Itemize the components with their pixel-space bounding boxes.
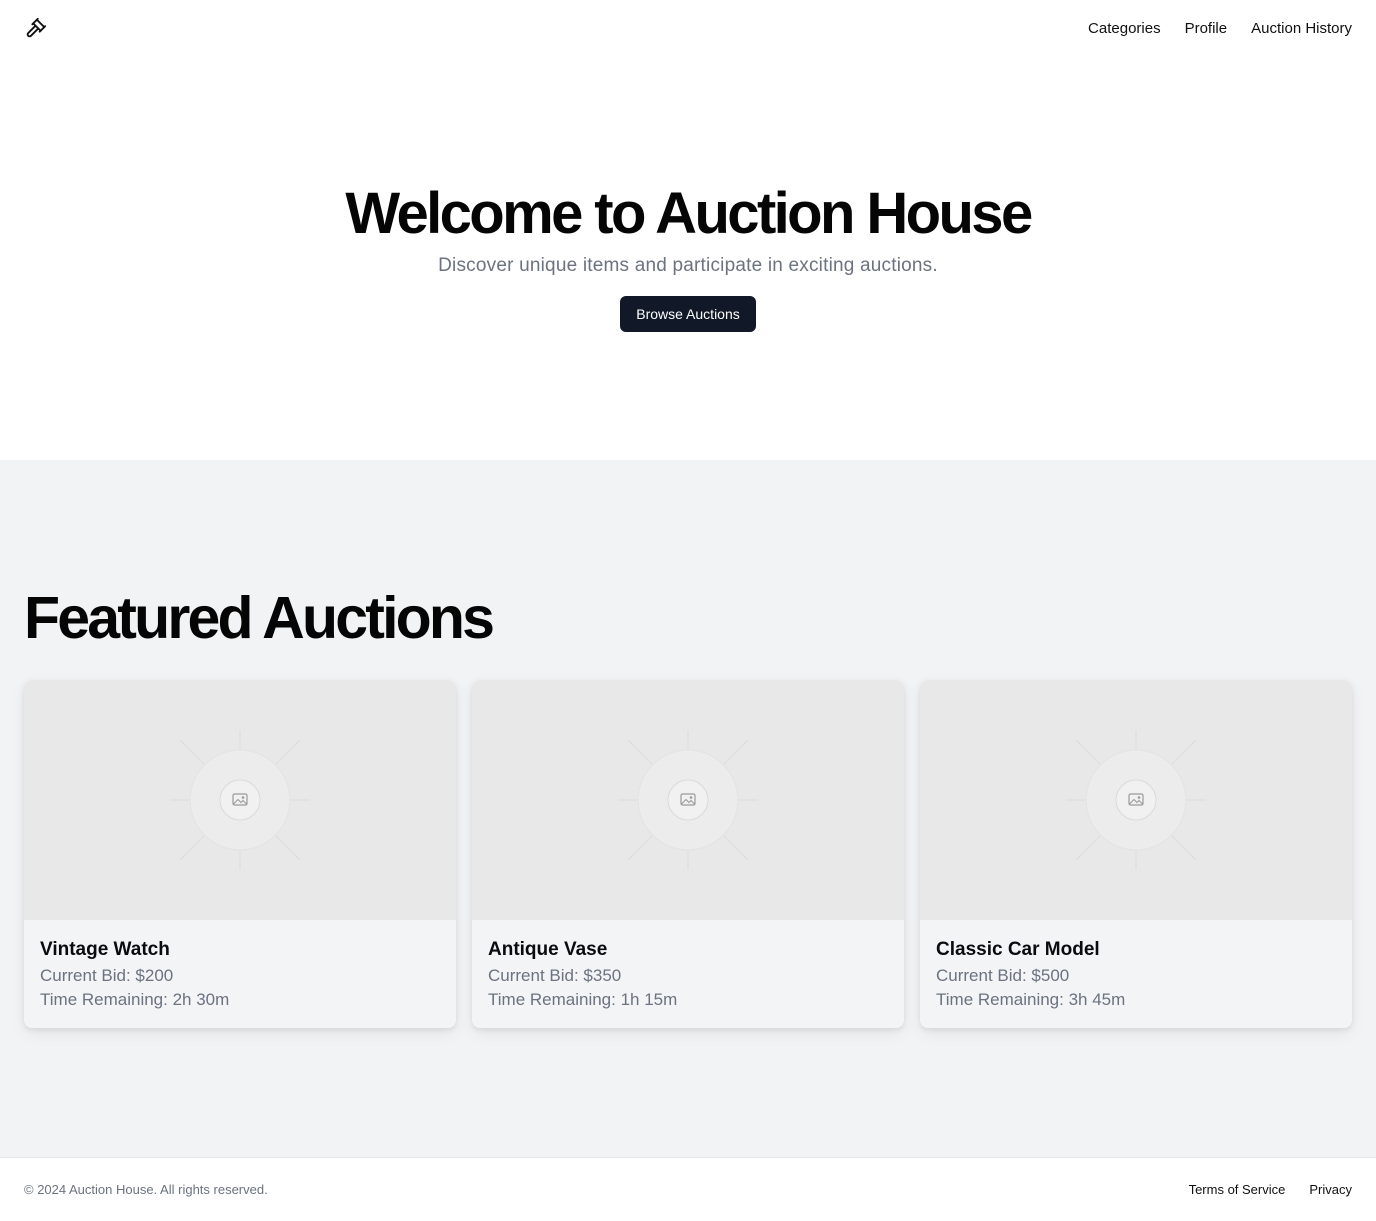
image-placeholder-icon	[24, 680, 456, 920]
auction-card-list: Vintage Watch Current Bid: $200 Time Rem…	[24, 680, 1352, 1028]
terms-of-service-link[interactable]: Terms of Service	[1189, 1182, 1286, 1197]
auction-card-current-bid: Current Bid: $500	[936, 966, 1070, 985]
main-nav: Categories Profile Auction History	[1088, 20, 1352, 37]
image-placeholder-icon	[920, 680, 1352, 920]
hero-subtitle: Discover unique items and participate in…	[438, 255, 938, 276]
auction-card-time-remaining: Time Remaining: 3h 45m	[936, 990, 1126, 1009]
auction-card-title: Classic Car Model	[936, 939, 1100, 960]
privacy-link[interactable]: Privacy	[1309, 1182, 1352, 1197]
auction-card[interactable]: Antique Vase Current Bid: $350 Time Rema…	[472, 680, 904, 1028]
nav-link-categories[interactable]: Categories	[1088, 20, 1161, 37]
auction-card-current-bid: Current Bid: $350	[488, 966, 622, 985]
gavel-icon[interactable]	[24, 16, 48, 40]
image-placeholder-icon	[472, 680, 904, 920]
auction-card[interactable]: Classic Car Model Current Bid: $500 Time…	[920, 680, 1352, 1028]
hero-section: Welcome to Auction House Discover unique…	[0, 56, 1376, 460]
auction-card-current-bid: Current Bid: $200	[40, 966, 174, 985]
site-footer: © 2024 Auction House. All rights reserve…	[0, 1157, 1376, 1221]
hero-title: Welcome to Auction House	[345, 181, 1033, 246]
auction-card-time-remaining: Time Remaining: 1h 15m	[488, 990, 678, 1009]
featured-title: Featured Auctions	[24, 585, 495, 651]
nav-link-profile[interactable]: Profile	[1185, 20, 1228, 37]
footer-links: Terms of Service Privacy	[1189, 1182, 1352, 1197]
browse-auctions-button[interactable]: Browse Auctions	[620, 296, 756, 332]
auction-card-title: Vintage Watch	[40, 939, 170, 960]
nav-link-auction-history[interactable]: Auction History	[1251, 20, 1352, 37]
auction-card[interactable]: Vintage Watch Current Bid: $200 Time Rem…	[24, 680, 456, 1028]
featured-auctions-section: Featured Auctions Vintage Watch Current …	[0, 460, 1376, 1157]
site-header: Categories Profile Auction History	[0, 0, 1376, 56]
copyright-text: © 2024 Auction House. All rights reserve…	[24, 1182, 268, 1197]
auction-card-time-remaining: Time Remaining: 2h 30m	[40, 990, 230, 1009]
auction-card-title: Antique Vase	[488, 939, 608, 960]
